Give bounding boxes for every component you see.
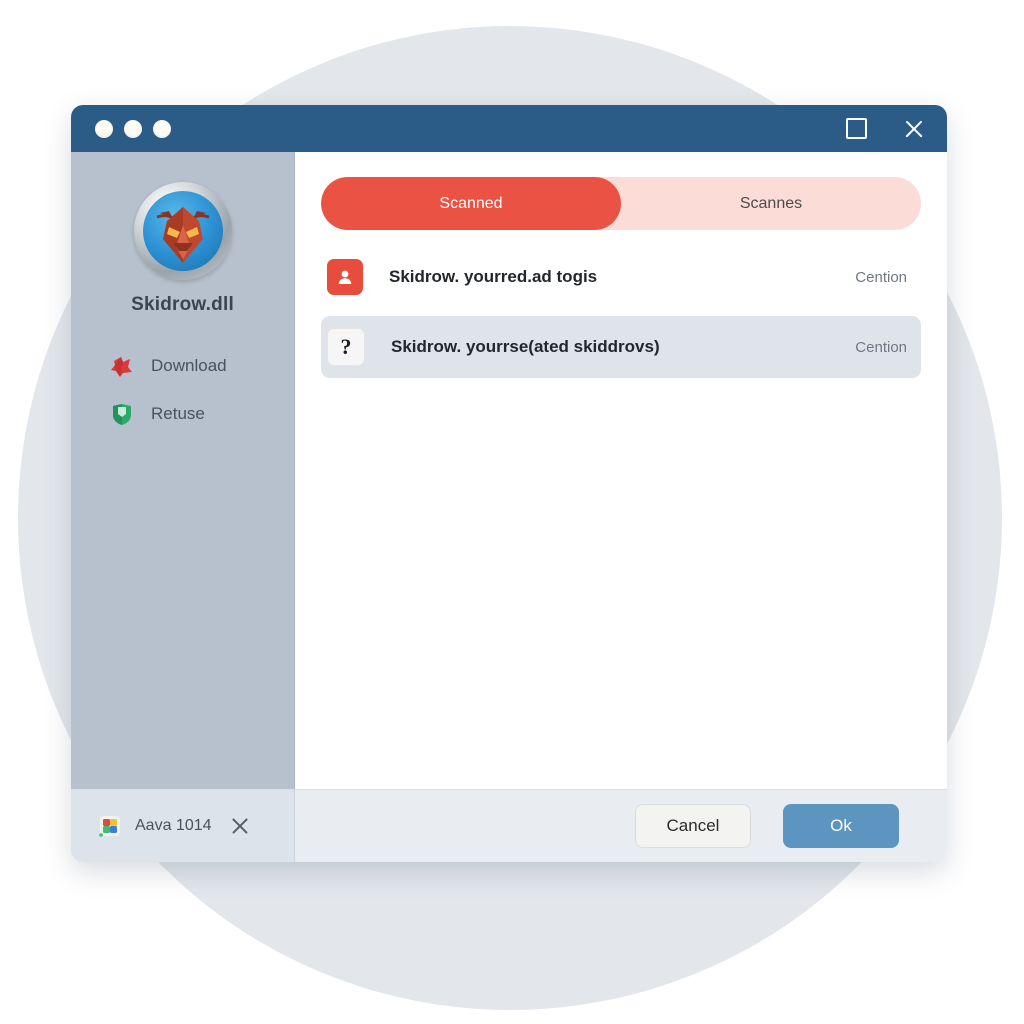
sidebar-item-label: Download <box>151 356 227 375</box>
window-footer: Aava 1014 Cancel Ok <box>71 789 947 862</box>
footer-chip: Aava 1014 <box>71 790 295 862</box>
ok-button[interactable]: Ok <box>783 804 899 848</box>
download-burst-icon <box>107 351 137 381</box>
tab-scannes[interactable]: Scannes <box>621 177 921 230</box>
sidebar-item-retuse[interactable]: Retuse <box>71 390 294 438</box>
table-row[interactable]: ? Skidrow. yourrse(ated skiddrovs) Centi… <box>321 316 921 378</box>
chip-label: Aava 1014 <box>135 817 212 834</box>
row-title: Skidrow. yourrse(ated skiddrovs) <box>391 337 660 356</box>
traffic-light-zoom-dot[interactable] <box>153 119 171 138</box>
window-controls <box>846 118 925 140</box>
demon-shield-logo <box>133 182 232 280</box>
tab-scanned[interactable]: Scanned <box>321 177 621 230</box>
sidebar: Skidrow.dll Download Retuse <box>71 152 295 789</box>
row-title: Skidrow. yourred.ad togis <box>389 267 598 286</box>
question-mark-icon: ? <box>327 328 365 366</box>
sidebar-item-label: Retuse <box>151 404 205 423</box>
content-area: Scanned Scannes Skidrow. yourred.ad togi… <box>295 152 947 789</box>
traffic-light-group <box>95 119 171 138</box>
window-body: Skidrow.dll Download Retuse Scanned Scan… <box>71 152 947 789</box>
tab-switcher: Scanned Scannes <box>321 177 921 230</box>
demon-face-icon <box>156 207 209 263</box>
maximize-icon[interactable] <box>846 118 867 139</box>
logo-inner-disc <box>142 191 223 271</box>
status-badge: Cention <box>855 268 907 286</box>
user-danger-icon <box>327 259 363 295</box>
multicolor-app-icon <box>97 813 123 839</box>
app-logo-wrapper <box>71 182 294 280</box>
traffic-light-minimize-dot[interactable] <box>124 119 142 138</box>
table-row[interactable]: Skidrow. yourred.ad togis Cention <box>321 246 921 308</box>
chip-close-icon[interactable] <box>230 816 250 836</box>
close-icon[interactable] <box>903 118 925 140</box>
app-window: Skidrow.dll Download Retuse Scanned Scan… <box>71 105 947 862</box>
screenshot-stage: Skidrow.dll Download Retuse Scanned Scan… <box>0 0 1024 1024</box>
green-shield-icon <box>107 399 137 429</box>
sidebar-item-download[interactable]: Download <box>71 342 294 390</box>
window-titlebar <box>71 105 947 152</box>
app-name-label: Skidrow.dll <box>131 294 234 315</box>
cancel-button[interactable]: Cancel <box>635 804 751 848</box>
traffic-light-close-dot[interactable] <box>95 119 113 138</box>
footer-actions: Cancel Ok <box>295 804 947 848</box>
status-badge: Cention <box>855 338 907 356</box>
